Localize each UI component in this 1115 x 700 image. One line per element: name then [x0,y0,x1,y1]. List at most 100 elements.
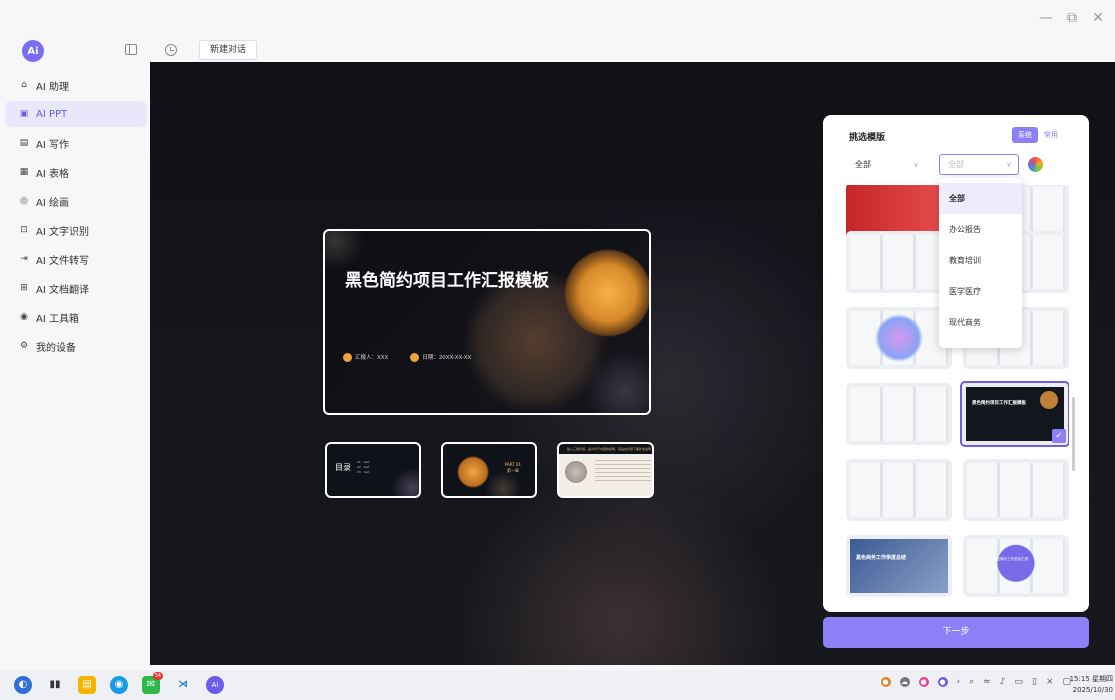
file-explorer-icon[interactable]: ▤ [78,676,96,694]
notification-badge: 34 [152,672,163,680]
task-view-icon[interactable]: ▮▮ [46,676,64,694]
thumb-toc-lines: 01 · text 02 · text 03 · text [357,460,370,474]
template-card-title: 黑色简约项目工作汇报模板 [972,401,1026,406]
search-icon[interactable]: ⌕ [969,677,974,687]
wifi-icon[interactable]: ≈ [983,677,991,687]
style-select[interactable]: 全部 ∨ [939,154,1019,175]
template-card[interactable] [963,459,1069,521]
close-icon[interactable]: ✕ [1091,10,1105,26]
start-icon[interactable]: ◐ [14,676,32,694]
panel-title: 挑选模版 [849,133,886,143]
ocr-icon: ⊡ [20,225,28,235]
template-card-title: 黑色商务工作季度总结 [856,555,907,561]
cloud-icon[interactable]: ☁ [899,677,910,687]
tray-app-icon[interactable]: ● [880,677,891,687]
dropdown-option-office-report[interactable]: 办公报告 [939,214,1022,245]
tab-common[interactable]: 常用 [1042,127,1060,143]
bullet-dot-icon [343,353,352,362]
sidebar-item-my-devices[interactable]: ⚙ 我的设备 [5,333,147,359]
write-icon: ▤ [19,138,29,148]
slide-date: 日期：20XX-XX-XX [410,353,471,362]
chevron-down-icon: ∨ [913,160,919,169]
device-icon: ⚙ [19,341,29,351]
sidebar-item-label: AI 文字识别 [36,226,89,238]
battery-icon[interactable]: ▯ [1032,677,1037,687]
slide-meta: 汇报人：XXX 日期：20XX-XX-XX [343,353,471,362]
keyboard-icon[interactable]: ▭ [1014,677,1023,687]
sidebar: Ai ⌂ AI 助理 ▣ AI PPT ▤ AI 写作 ▦ AI 表格 ◎ AI… [0,30,150,670]
main-slide-preview: 黑色简约项目工作汇报模板 汇报人：XXX 日期：20XX-XX-XX [323,229,651,415]
clock-date: 2025/10/30 [1072,686,1113,694]
window-controls: — ⧉ ✕ [1039,10,1105,26]
app-logo: Ai [22,40,44,62]
template-card-title: 紫色简约工作总结汇报 [993,557,1028,561]
sidebar-item-ai-translate[interactable]: ⊞ AI 文档翻译 [5,275,147,301]
clock-time: 15:15 星期四 [1069,675,1113,683]
template-card-selected[interactable]: 黑色简约项目工作汇报模板 ✓ [960,381,1069,447]
sidebar-item-ai-ppt[interactable]: ▣ AI PPT [5,101,147,127]
transcribe-icon: ⇥ [20,254,28,264]
sidebar-item-ai-table[interactable]: ▦ AI 表格 [5,159,147,185]
sidebar-item-ai-toolbox[interactable]: ◉ AI 工具箱 [5,304,147,330]
template-card[interactable] [846,231,952,293]
slide-thumbnail-content[interactable]: 输入三级标题，是为对于内容的说明，就是在标题下面补充说明 [557,442,654,498]
sidebar-item-label: AI 绘画 [36,197,69,209]
minimize-icon[interactable]: — [1039,10,1053,26]
dropdown-option-education[interactable]: 教育培训 [939,245,1022,276]
taskbar-clock[interactable]: 15:15 星期四 2025/10/30 [1070,674,1113,696]
sidebar-item-label: 我的设备 [36,342,76,354]
slide-thumbnail-toc[interactable]: 目录 01 · text 02 · text 03 · text [325,442,421,498]
template-source-tabs: 系统 常用 [1012,127,1060,143]
sidebar-item-ai-painting[interactable]: ◎ AI 绘画 [5,188,147,214]
color-palette-icon[interactable] [1028,157,1043,172]
ai-app-icon[interactable]: Ai [206,676,224,694]
slide-title: 黑色简约项目工作汇报模板 [345,271,549,291]
thumb-part-label: PART 01 第一章 [504,462,521,473]
sidebar-item-ai-ocr[interactable]: ⊡ AI 文字识别 [5,217,147,243]
sidebar-toggle-icon[interactable] [125,44,137,55]
slide-reporter: 汇报人：XXX [343,353,388,362]
sidebar-item-ai-writing[interactable]: ▤ AI 写作 [5,130,147,156]
vscode-icon[interactable]: ⋊ [174,676,192,694]
template-card[interactable] [846,307,952,369]
network-icon[interactable]: ⨯ [1046,677,1054,687]
category-select[interactable]: 全部 ∨ [846,154,926,175]
top-bar: 新建对话 [150,38,258,62]
ppt-icon: ▣ [19,109,29,119]
sidebar-item-label: AI PPT [36,108,68,120]
sidebar-item-label: AI 表格 [36,168,69,180]
sidebar-item-ai-assistant[interactable]: ⌂ AI 助理 [5,72,147,98]
thumb-image [565,461,587,483]
template-card[interactable]: 黑色商务工作季度总结 [846,535,952,597]
new-chat-tab[interactable]: 新建对话 [199,40,258,60]
panel-scrollbar[interactable] [1072,397,1075,471]
dropdown-option-business[interactable]: 现代商务 [939,307,1022,338]
restore-icon[interactable]: ⧉ [1065,10,1079,26]
thumb-band-text: 输入三级标题，是为对于内容的说明，就是在标题下面补充说明 [559,444,652,454]
history-icon[interactable] [165,44,177,56]
chevron-right-icon[interactable]: › [957,677,961,687]
browser-icon[interactable]: ◉ [110,676,128,694]
dropdown-option-all[interactable]: 全部 [939,183,1022,214]
sidebar-item-label: AI 工具箱 [36,313,79,325]
thumb-toc-title: 目录 [335,463,351,472]
next-step-button[interactable]: 下一步 [823,617,1089,648]
sidebar-item-label: AI 写作 [36,139,69,151]
template-card[interactable]: 紫色简约工作总结汇报 [963,535,1069,597]
taskbar: ◐ ▮▮ ▤ ◉ ✉ 34 ⋊ Ai ● ☁ ● ● › ⌕ ≈ ♪ ▭ ▯ ⨯ … [0,670,1115,700]
template-card[interactable] [846,383,952,445]
volume-icon[interactable]: ♪ [1000,677,1006,687]
system-tray: ● ☁ ● ● › ⌕ ≈ ♪ ▭ ▯ ⨯ ▢ [880,677,1071,687]
tray-app-icon[interactable]: ● [937,677,948,687]
dropdown-option-medical[interactable]: 医学医疗 [939,276,1022,307]
tab-system[interactable]: 系统 [1012,127,1038,143]
chat-app-icon[interactable]: ✉ 34 [142,672,163,694]
app-window: — ⧉ ✕ Ai ⌂ AI 助理 ▣ AI PPT ▤ AI 写作 ▦ AI 表… [0,0,1115,700]
sidebar-item-label: AI 文件转写 [36,255,89,267]
style-dropdown-menu: 全部 办公报告 教育培训 医学医疗 现代商务 [939,178,1022,348]
slide-thumbnail-part[interactable]: PART 01 第一章 [441,442,537,498]
template-card[interactable] [846,459,952,521]
sidebar-item-ai-transcribe[interactable]: ⇥ AI 文件转写 [5,246,147,272]
checkmark-icon: ✓ [1052,429,1066,443]
tray-app-icon[interactable]: ● [918,677,929,687]
